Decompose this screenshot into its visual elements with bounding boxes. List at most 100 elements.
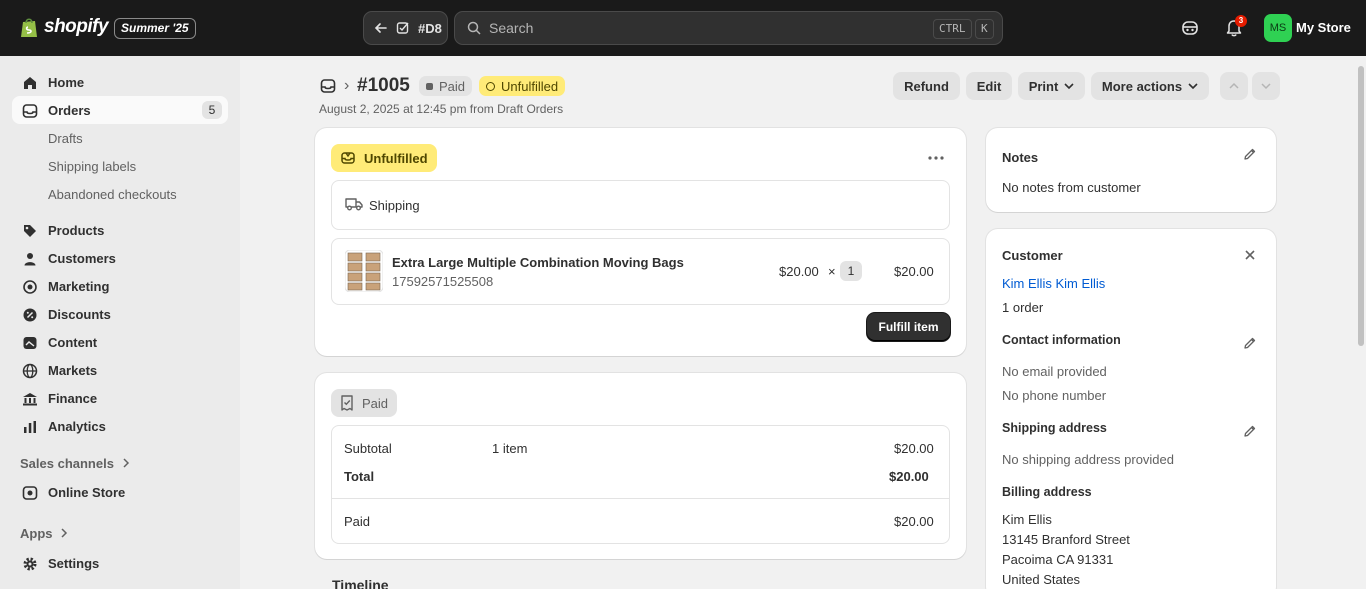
payment-summary-box [331, 425, 950, 544]
store-icon [22, 486, 38, 500]
billing-address-line: Kim Ellis [1002, 512, 1052, 527]
globe-icon [22, 363, 38, 379]
page-title: #1005 [357, 75, 410, 96]
divider [332, 498, 949, 499]
sidebar-subitem-abandoned-checkouts[interactable]: Abandoned checkouts [48, 187, 177, 202]
store-name[interactable]: My Store [1296, 20, 1351, 35]
refund-button[interactable]: Refund [893, 72, 960, 100]
shipping-address-heading: Shipping address [1002, 421, 1107, 435]
fulfillment-status-label: Unfulfilled [501, 78, 559, 94]
more-horizontal-icon [928, 156, 944, 160]
sidebar-item-label: Discounts [48, 306, 111, 322]
next-order-button[interactable] [1252, 72, 1280, 100]
payment-status-badge: Paid [419, 76, 473, 96]
orders-count-badge: 5 [202, 101, 222, 119]
paid-value: $20.00 [894, 514, 934, 529]
timeline-heading: Timeline [332, 577, 389, 589]
unit-price: $20.00 [779, 264, 819, 279]
fulfillment-status-badge: Unfulfilled [479, 76, 566, 96]
sidebar-item-label: Online Store [48, 484, 126, 500]
customer-email: No email provided [1002, 364, 1107, 379]
edit-pencil-icon[interactable] [1243, 424, 1257, 438]
more-actions-label: More actions [1101, 78, 1183, 94]
search-bar[interactable]: Search CTRL K [454, 11, 1003, 45]
sidebar-item-label: Home [48, 74, 85, 90]
customer-phone: No phone number [1002, 388, 1107, 403]
edit-pencil-icon[interactable] [1243, 336, 1257, 350]
edition-badge[interactable]: Summer '25 [114, 18, 196, 39]
search-placeholder: Search [489, 20, 534, 36]
edit-pencil-icon[interactable] [1243, 147, 1257, 161]
sidebar-item-label: Content [48, 334, 98, 350]
sidebar-item-markets[interactable]: Markets [12, 356, 228, 384]
fulfillment-menu-button[interactable] [922, 145, 950, 171]
customer-name-link[interactable]: Kim Ellis Kim Ellis [1002, 276, 1105, 291]
target-icon [23, 280, 37, 294]
print-label: Print [1028, 78, 1059, 94]
sidebar-subitem-drafts[interactable]: Drafts [48, 131, 83, 146]
sidebar-item-label: Settings [48, 555, 100, 571]
print-button[interactable]: Print [1018, 72, 1085, 100]
sidebar-item-label: Analytics [48, 418, 106, 434]
previous-order-button[interactable] [1220, 72, 1248, 100]
fulfill-item-button[interactable]: Fulfill item [867, 313, 950, 341]
sidebar-item-analytics[interactable]: Analytics [12, 412, 228, 440]
product-thumbnail[interactable] [345, 250, 383, 292]
sidebar-item-label: Orders [48, 102, 91, 118]
sidebar-item-products[interactable]: Products [12, 216, 228, 244]
sidekick-button[interactable] [1176, 14, 1204, 42]
product-title-link[interactable]: Extra Large Multiple Combination Moving … [392, 255, 684, 270]
bank-icon [23, 393, 37, 406]
notes-card [986, 128, 1276, 212]
search-icon [467, 21, 481, 35]
subtotal-value: $20.00 [894, 441, 934, 456]
shortcut-ctrl-key: CTRL [933, 19, 972, 39]
discount-icon [23, 308, 37, 322]
sidebar-subitem-shipping-labels[interactable]: Shipping labels [48, 159, 136, 174]
apps-label: Apps [20, 526, 53, 541]
sidebar-item-home[interactable]: Home [12, 68, 228, 96]
unfulfilled-status-label: Unfulfilled [364, 150, 428, 166]
paid-status-pill: Paid [331, 389, 398, 417]
sales-channels-heading[interactable]: Sales channels [20, 456, 130, 471]
sidebar-item-finance[interactable]: Finance [12, 384, 228, 412]
shopify-logo[interactable]: shopify [20, 16, 109, 38]
chevron-down-icon [1188, 83, 1198, 90]
arrow-left-icon[interactable] [374, 21, 388, 35]
chevron-down-icon [1064, 83, 1074, 90]
apps-heading[interactable]: Apps [20, 526, 68, 541]
sidebar-item-orders[interactable]: Orders 5 [12, 96, 228, 124]
notes-text: No notes from customer [1002, 180, 1141, 195]
sidebar-item-label: Markets [48, 362, 98, 378]
payment-status-label: Paid [439, 78, 466, 94]
sidebar-item-discounts[interactable]: Discounts [12, 300, 228, 328]
edit-button[interactable]: Edit [966, 72, 1012, 100]
more-actions-button[interactable]: More actions [1091, 72, 1209, 100]
order-date-source: August 2, 2025 at 12:45 pm from Draft Or… [319, 102, 564, 116]
billing-address-heading: Billing address [1002, 485, 1092, 499]
sidebar-item-settings[interactable]: Settings [12, 549, 228, 577]
sidekick-icon [1182, 21, 1198, 35]
orders-breadcrumb-icon[interactable] [320, 78, 336, 94]
chevron-up-icon [1229, 82, 1239, 89]
sidebar-item-online-store[interactable]: Online Store [12, 478, 228, 506]
content-icon [23, 337, 37, 349]
scrollbar-thumb[interactable] [1358, 66, 1364, 346]
paid-label: Paid [344, 514, 371, 529]
billing-address-line: United States [1002, 572, 1081, 587]
sidebar-item-label: Products [48, 222, 105, 238]
subtotal-label: Subtotal [344, 441, 392, 456]
truck-icon [345, 198, 363, 211]
sidebar-item-content[interactable]: Content [12, 328, 228, 356]
sidebar-item-marketing[interactable]: Marketing [12, 272, 228, 300]
close-icon[interactable] [1244, 249, 1256, 261]
billing-address-line: Pacoima CA 91331 [1002, 552, 1114, 567]
back-navigation[interactable]: #D8 [363, 11, 448, 45]
multiply-sign: × [828, 264, 836, 279]
quantity-badge: 1 [840, 261, 862, 281]
sidebar-item-customers[interactable]: Customers [12, 244, 228, 272]
shipping-address-text: No shipping address provided [1002, 452, 1174, 467]
store-avatar[interactable]: MS [1264, 14, 1292, 42]
billing-address-line: 13145 Branford Street [1002, 532, 1130, 547]
sales-channels-label: Sales channels [20, 456, 114, 471]
